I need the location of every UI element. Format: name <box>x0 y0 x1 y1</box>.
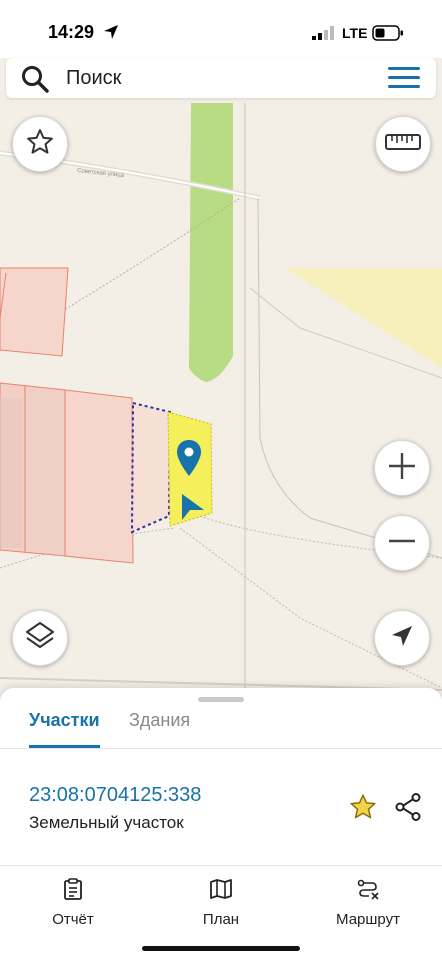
map-canvas[interactable]: Советская улица <box>0 98 442 698</box>
ruler-icon <box>385 133 421 156</box>
nav-divider <box>0 865 442 866</box>
star-outline-icon <box>25 127 55 162</box>
menu-icon[interactable] <box>388 67 420 94</box>
location-arrow-icon <box>389 623 415 654</box>
route-icon <box>313 878 423 905</box>
layers-button[interactable] <box>12 610 68 666</box>
search-icon[interactable] <box>20 64 50 99</box>
plus-icon <box>387 451 417 486</box>
location-arrow-icon <box>103 24 119 45</box>
favorites-button[interactable] <box>12 116 68 172</box>
navigation-arrow-icon <box>180 494 204 525</box>
search-input[interactable]: Поиск <box>66 67 121 90</box>
nav-report-label: Отчёт <box>52 911 94 928</box>
parcel-type: Земельный участок <box>29 813 184 832</box>
battery-icon <box>372 25 404 46</box>
tabs-divider <box>0 748 442 749</box>
map-icon <box>166 878 276 905</box>
signal-icon <box>312 26 334 45</box>
nav-report[interactable]: Отчёт <box>18 878 128 928</box>
star-icon[interactable] <box>348 792 378 827</box>
map-parcel[interactable] <box>0 267 69 357</box>
my-location-button[interactable] <box>374 610 430 666</box>
tab-buildings[interactable]: Здания <box>129 710 190 731</box>
nav-route[interactable]: Маршрут <box>313 878 423 928</box>
parcel-cadastral-number[interactable]: 23:08:0704125:338 <box>29 784 201 807</box>
ruler-button[interactable] <box>375 116 431 172</box>
selected-parcel-boundary[interactable] <box>130 401 172 534</box>
map-view[interactable]: Советская улица <box>0 98 442 698</box>
status-bar: 14:29 LTE <box>0 0 442 58</box>
zoom-in-button[interactable] <box>374 440 430 496</box>
map-green-strip <box>189 103 233 382</box>
network-type: LTE <box>342 25 368 41</box>
bottom-sheet[interactable]: Участки Здания 23:08:0704125:338 Земельн… <box>0 688 442 960</box>
layers-icon <box>24 620 56 657</box>
sheet-drag-handle[interactable] <box>198 697 244 702</box>
search-bar[interactable]: Поиск <box>6 58 436 98</box>
minus-icon <box>387 526 417 561</box>
home-indicator <box>142 946 300 951</box>
nav-plan-label: План <box>202 911 240 928</box>
nav-plan[interactable]: План <box>166 878 276 928</box>
report-icon <box>18 878 128 905</box>
zoom-out-button[interactable] <box>374 515 430 571</box>
share-icon[interactable] <box>393 792 423 827</box>
status-time: 14:29 <box>48 22 95 42</box>
map-parcel[interactable] <box>64 389 134 564</box>
tab-parcels[interactable]: Участки <box>29 710 100 731</box>
nav-route-label: Маршрут <box>336 911 400 928</box>
location-pin-icon <box>177 440 201 481</box>
